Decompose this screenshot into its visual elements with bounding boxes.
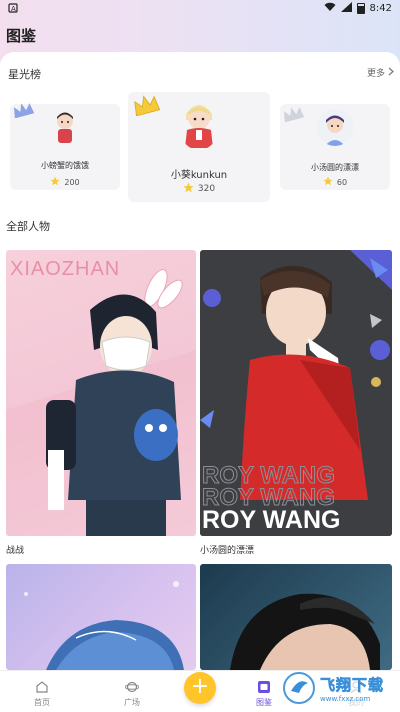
character-card[interactable]: [6, 564, 196, 670]
character-illustration: [230, 593, 380, 670]
page-title: 图鉴: [6, 27, 37, 45]
watermark: 飞翔下载 www.fxxz.com: [282, 668, 394, 708]
watermark-title: 飞翔下载: [320, 675, 385, 694]
rank-name: 小葵kunkun: [170, 170, 228, 181]
star-icon: [323, 176, 333, 188]
nav-item-gallery[interactable]: 图鉴: [244, 680, 284, 708]
chevron-right-icon: [388, 67, 394, 79]
home-icon: [35, 680, 49, 694]
rank-name: 小汤圆的漂漂: [311, 163, 359, 172]
ranking-title: 星光榜: [8, 68, 41, 81]
character-illustration: [6, 269, 196, 536]
rank-item-first[interactable]: 小葵kunkun 320: [128, 92, 270, 202]
nav-label: 首页: [34, 698, 50, 707]
card-caption: 战战: [6, 546, 25, 556]
character-card[interactable]: [200, 564, 392, 670]
avatar: [50, 110, 80, 146]
avatar: [178, 98, 220, 150]
section-title-all-characters: 全部人物: [6, 220, 50, 233]
plus-icon: +: [190, 674, 210, 699]
crown-icon: [132, 94, 161, 120]
nav-label: 广场: [124, 698, 140, 707]
nav-item-plaza[interactable]: 广场: [112, 680, 152, 708]
battery-icon: [356, 2, 365, 14]
add-button[interactable]: +: [184, 672, 216, 704]
rank-name: 小螃蟹的饿饿: [41, 161, 89, 170]
ranking-more-link[interactable]: 更多: [367, 66, 394, 79]
rank-item-second[interactable]: 小螃蟹的饿饿 200: [10, 102, 120, 190]
watermark-logo-icon: [283, 672, 315, 704]
nav-label: 图鉴: [256, 698, 272, 707]
crown-icon: [282, 106, 305, 126]
status-time: 8:42: [369, 2, 392, 14]
star-icon: [183, 182, 194, 196]
card-caption: 小汤圆的漂漂: [200, 546, 255, 556]
avatar: [316, 108, 354, 146]
watermark-url: www.fxxz.com: [320, 694, 371, 703]
planet-icon: [124, 680, 140, 694]
notification-icon: A: [8, 3, 18, 13]
signal-icon: [340, 1, 352, 15]
status-bar: A 8:42: [0, 0, 400, 16]
rank-score: 60: [280, 176, 390, 188]
character-card[interactable]: XIAOZHAN: [6, 250, 196, 536]
svg-text:A: A: [11, 5, 16, 13]
nav-item-home[interactable]: 首页: [22, 680, 62, 708]
rank-score: 200: [10, 176, 120, 188]
card-overlay-text: ROY WANG: [202, 506, 341, 534]
character-card[interactable]: ROY WANG ROY WANG ROY WANG: [200, 250, 392, 536]
rank-item-third[interactable]: 小汤圆的漂漂 60: [280, 104, 390, 190]
more-label: 更多: [366, 69, 385, 79]
rank-score: 320: [128, 182, 270, 196]
gallery-icon: [257, 680, 271, 694]
character-illustration: [24, 581, 184, 670]
star-icon: [50, 176, 60, 188]
crown-icon: [12, 102, 35, 122]
wifi-icon: [324, 2, 336, 15]
